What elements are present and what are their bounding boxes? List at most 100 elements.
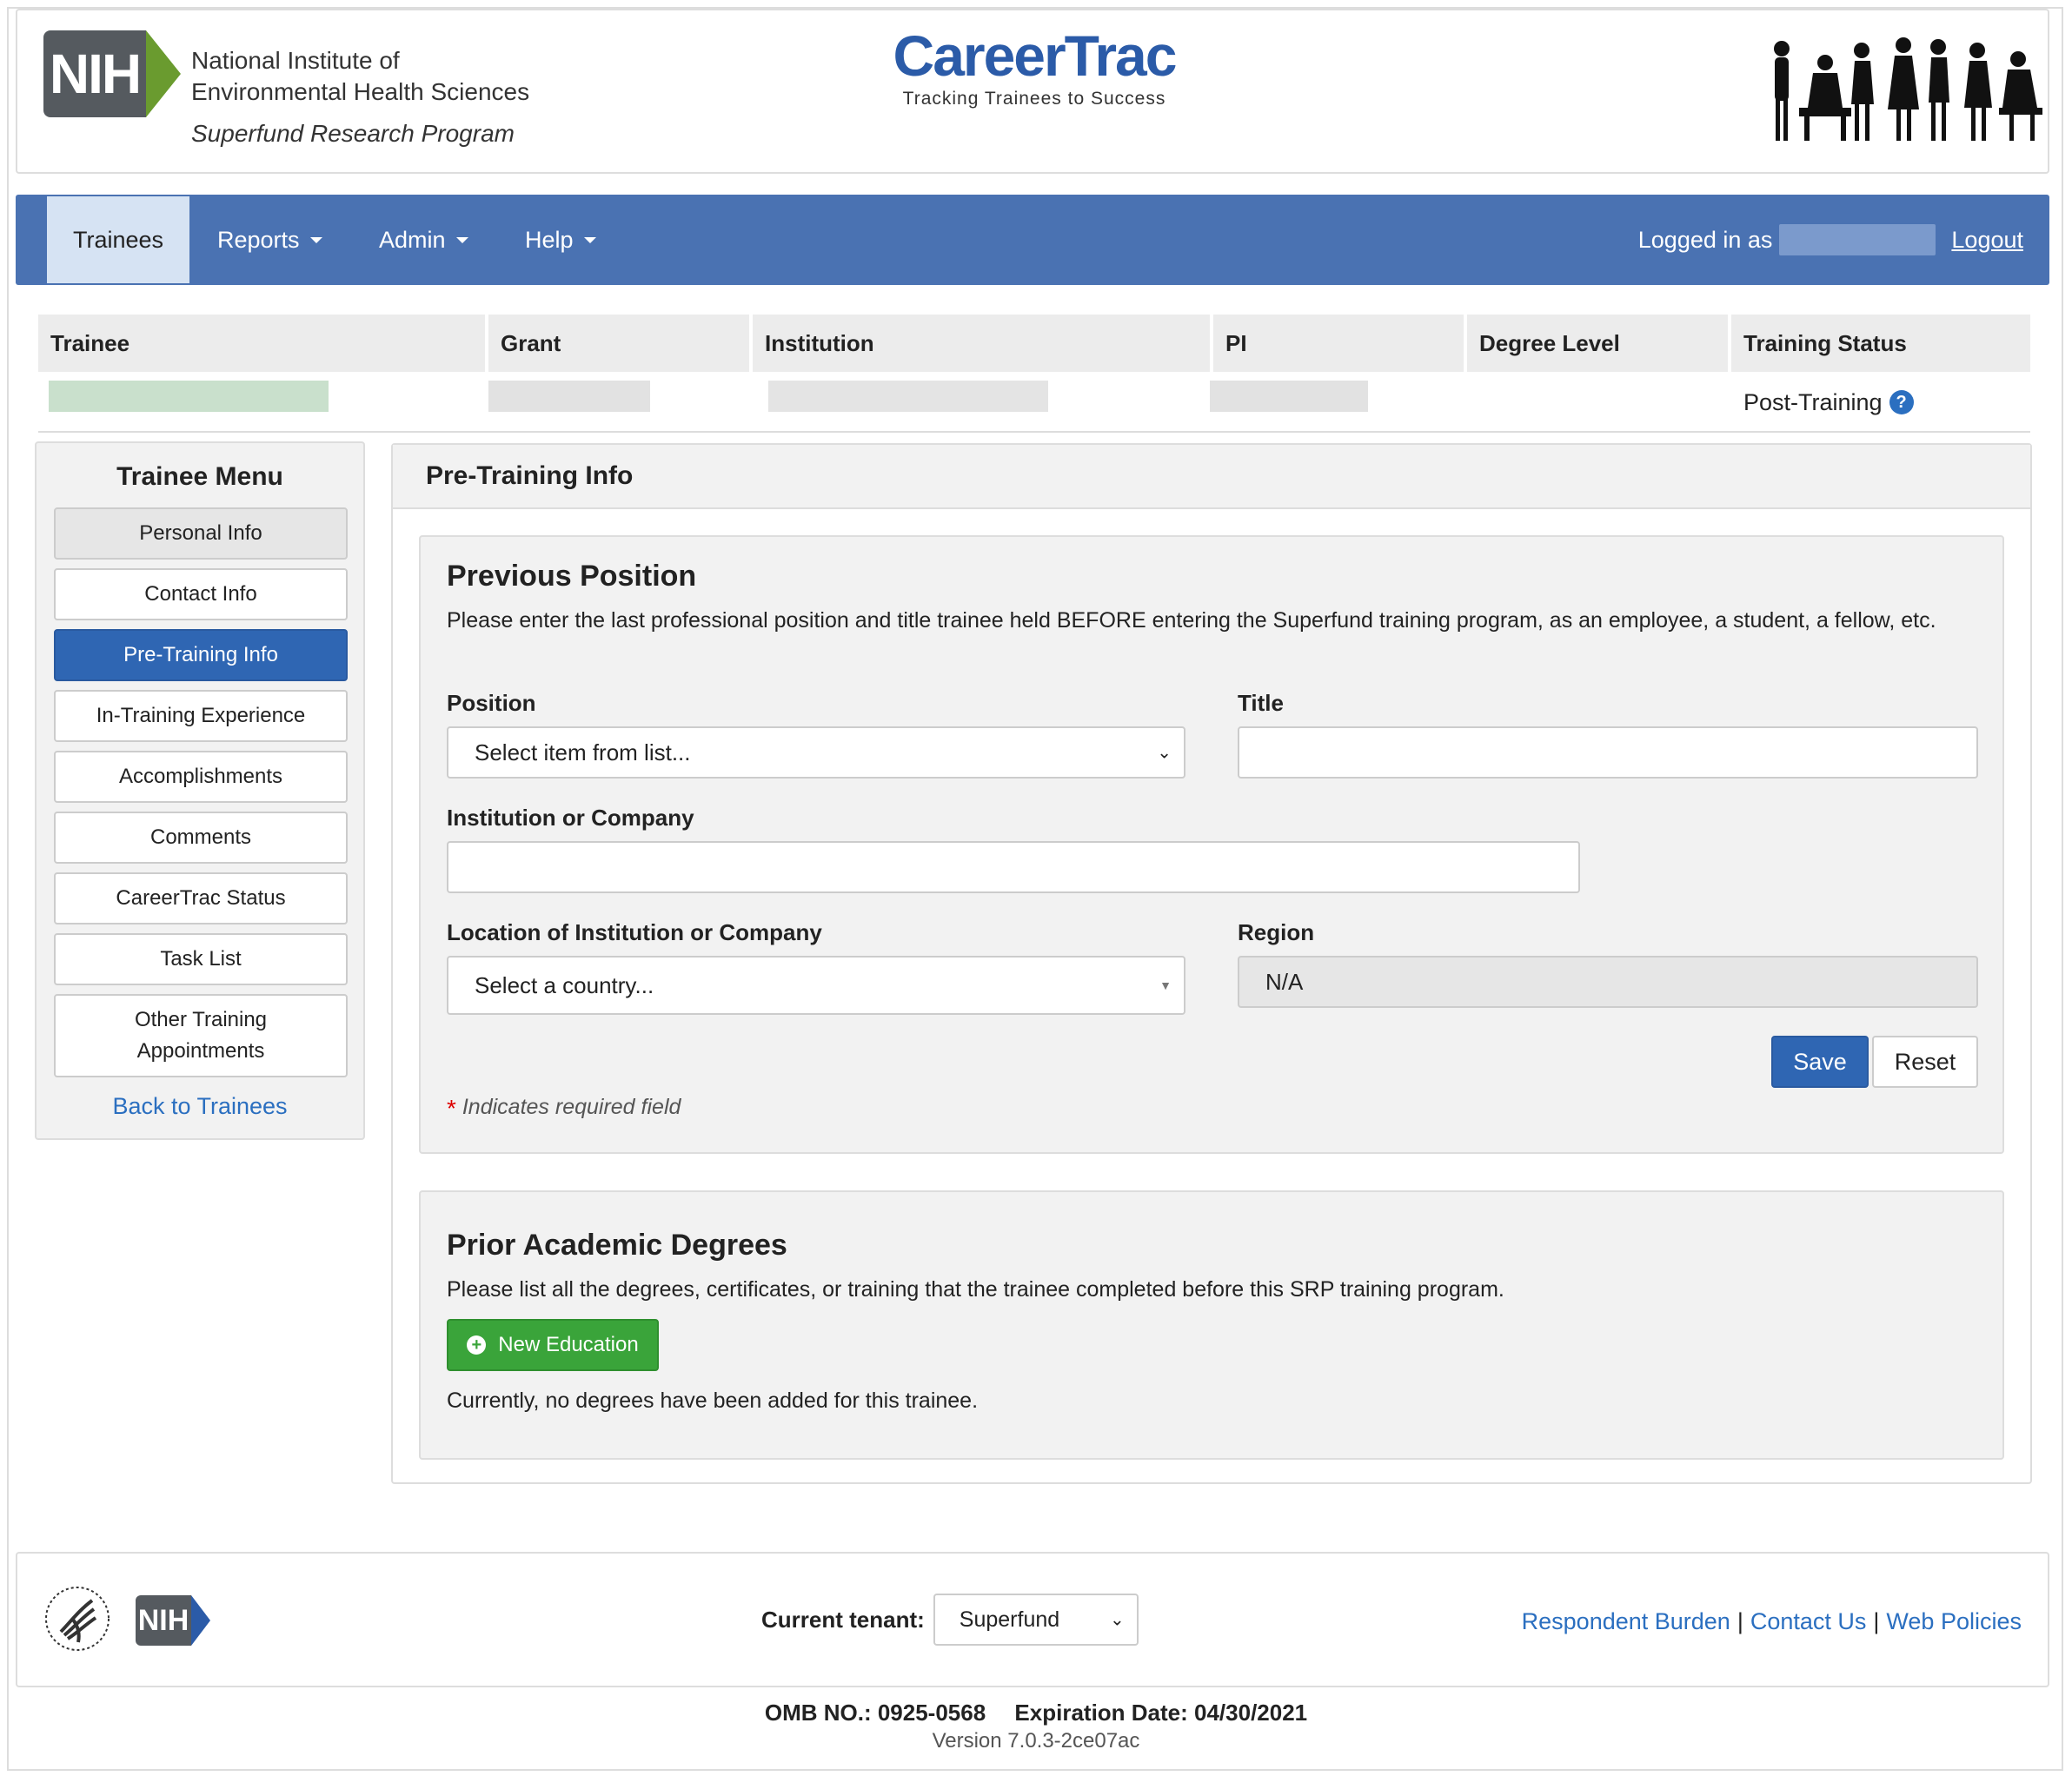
previous-position-title: Previous Position bbox=[447, 560, 697, 593]
institution-label: Institution or Company bbox=[447, 805, 694, 831]
reset-button[interactable]: Reset bbox=[1872, 1036, 1978, 1088]
nih-logo-text: NIH bbox=[43, 30, 146, 117]
menu-task-list[interactable]: Task List bbox=[54, 933, 348, 985]
nih-footer-logo: NIH bbox=[136, 1595, 210, 1646]
nav-admin[interactable]: Admin bbox=[379, 195, 468, 285]
new-education-label: New Education bbox=[498, 1333, 639, 1356]
col-header-training-status: Training Status bbox=[1731, 315, 2030, 372]
menu-accomplishments[interactable]: Accomplishments bbox=[54, 751, 348, 803]
menu-contact-info[interactable]: Contact Info bbox=[54, 568, 348, 620]
redacted-grant bbox=[488, 381, 650, 412]
trainee-summary-table: Trainee Grant Institution PI Degree Leve… bbox=[38, 315, 2030, 433]
redacted-pi bbox=[1210, 381, 1368, 412]
required-note-text: Indicates required field bbox=[462, 1095, 681, 1119]
col-header-pi: PI bbox=[1213, 315, 1467, 372]
region-label: Region bbox=[1238, 919, 1315, 945]
save-button[interactable]: Save bbox=[1771, 1036, 1869, 1088]
prior-degrees-title: Prior Academic Degrees bbox=[447, 1229, 787, 1262]
pre-training-info-panel: Pre-Training Info Previous Position Plea… bbox=[391, 443, 2032, 1484]
col-header-institution: Institution bbox=[753, 315, 1213, 372]
col-header-grant: Grant bbox=[488, 315, 753, 372]
chevron-down-icon: ⌄ bbox=[1157, 743, 1172, 763]
nih-logo: NIH bbox=[43, 30, 181, 117]
redacted-username bbox=[1779, 224, 1936, 255]
web-policies-link[interactable]: Web Policies bbox=[1886, 1608, 2022, 1635]
no-degrees-message: Currently, no degrees have been added fo… bbox=[447, 1388, 979, 1413]
question-circle-icon[interactable]: ? bbox=[1889, 390, 1914, 414]
institution-input[interactable] bbox=[447, 841, 1580, 893]
respondent-burden-link[interactable]: Respondent Burden bbox=[1522, 1608, 1730, 1635]
menu-item-label: Contact Info bbox=[144, 582, 257, 606]
link-separator: | bbox=[1737, 1607, 1743, 1634]
new-education-button[interactable]: + New Education bbox=[447, 1319, 659, 1371]
nih-footer-logo-text: NIH bbox=[136, 1595, 191, 1646]
omb-number: OMB NO.: 0925-0568 bbox=[764, 1700, 986, 1726]
prior-degrees-section: Prior Academic Degrees Please list all t… bbox=[419, 1190, 2004, 1460]
menu-comments[interactable]: Comments bbox=[54, 812, 348, 864]
back-to-trainees-link[interactable]: Back to Trainees bbox=[37, 1093, 363, 1120]
plus-circle-icon: + bbox=[467, 1335, 487, 1355]
country-select[interactable]: Select a country... ▼ bbox=[447, 956, 1185, 1015]
careertrac-logo: CareerTrac Tracking Trainees to Success bbox=[891, 23, 1178, 109]
caret-down-icon bbox=[309, 236, 322, 243]
trainee-menu: Trainee Menu Personal Info Contact Info … bbox=[35, 441, 365, 1140]
caret-down-icon: ▼ bbox=[1159, 978, 1172, 992]
training-status-value: Post-Training bbox=[1743, 388, 1883, 415]
site-footer: NIH Current tenant: Superfund ⌄ Responde… bbox=[16, 1552, 2049, 1687]
previous-position-section: Previous Position Please enter the last … bbox=[419, 535, 2004, 1154]
tenant-select-value: Superfund bbox=[959, 1607, 1060, 1632]
menu-pre-training-info[interactable]: Pre-Training Info bbox=[54, 629, 348, 681]
title-input[interactable] bbox=[1238, 726, 1978, 779]
position-select-value: Select item from list... bbox=[475, 739, 691, 765]
page-title: Pre-Training Info bbox=[393, 445, 2030, 509]
version-text: Version 7.0.3-2ce07ac bbox=[932, 1729, 1140, 1753]
previous-position-description: Please enter the last professional posit… bbox=[447, 608, 1936, 633]
brand-tagline: Tracking Trainees to Success bbox=[902, 89, 1166, 109]
title-label: Title bbox=[1238, 690, 1284, 716]
menu-item-label: Accomplishments bbox=[118, 765, 283, 788]
people-silhouettes-image bbox=[1774, 37, 2042, 141]
footer-links: Respondent Burden | Contact Us | Web Pol… bbox=[1522, 1595, 2022, 1647]
redacted-institution bbox=[768, 381, 1048, 412]
menu-item-label: Other Training Appointments bbox=[134, 1008, 268, 1063]
logout-link[interactable]: Logout bbox=[1951, 227, 2023, 254]
tenant-select[interactable]: Superfund ⌄ bbox=[933, 1594, 1139, 1646]
trainee-menu-title: Trainee Menu bbox=[116, 462, 283, 491]
nav-help[interactable]: Help bbox=[525, 195, 596, 285]
menu-item-label: Comments bbox=[149, 825, 252, 849]
omb-info: OMB NO.: 0925-0568 Expiration Date: 04/3… bbox=[0, 1700, 2072, 1726]
user-status: Logged in as Logout bbox=[1638, 195, 2023, 285]
org-name: National Institute of Environmental Heal… bbox=[191, 45, 529, 149]
nav-admin-label: Admin bbox=[379, 226, 446, 253]
menu-personal-info[interactable]: Personal Info bbox=[54, 507, 348, 560]
position-select[interactable]: Select item from list... ⌄ bbox=[447, 726, 1185, 779]
location-label: Location of Institution or Company bbox=[447, 919, 822, 945]
region-input: N/A bbox=[1238, 956, 1978, 1008]
tenant-label: Current tenant: bbox=[761, 1606, 925, 1633]
menu-in-training-experience[interactable]: In-Training Experience bbox=[54, 690, 348, 742]
menu-other-training-appointments[interactable]: Other Training Appointments bbox=[54, 994, 348, 1077]
menu-careertrac-status[interactable]: CareerTrac Status bbox=[54, 872, 348, 924]
redacted-trainee-name bbox=[49, 381, 329, 412]
contact-us-link[interactable]: Contact Us bbox=[1750, 1608, 1867, 1635]
col-header-degree-level: Degree Level bbox=[1467, 315, 1731, 372]
nav-trainees[interactable]: Trainees bbox=[47, 196, 190, 283]
required-field-note: * Indicates required field bbox=[447, 1095, 681, 1123]
region-input-value: N/A bbox=[1265, 968, 1304, 995]
menu-item-label: Personal Info bbox=[139, 521, 262, 545]
chevron-down-icon: ⌄ bbox=[1110, 1610, 1125, 1630]
menu-item-label: Task List bbox=[160, 947, 242, 971]
nav-trainees-label: Trainees bbox=[73, 226, 164, 253]
col-header-trainee: Trainee bbox=[38, 315, 488, 372]
training-status-cell: Post-Training ? bbox=[1743, 372, 1914, 433]
logged-in-label: Logged in as bbox=[1637, 226, 1773, 253]
table-row: Post-Training ? bbox=[38, 372, 2030, 433]
nih-footer-chevron bbox=[191, 1595, 210, 1646]
position-label: Position bbox=[447, 690, 536, 716]
expiration-date: Expiration Date: 04/30/2021 bbox=[1014, 1700, 1308, 1726]
nav-reports-label: Reports bbox=[217, 226, 300, 253]
table-header-row: Trainee Grant Institution PI Degree Leve… bbox=[38, 315, 2030, 372]
nav-reports[interactable]: Reports bbox=[217, 195, 322, 285]
link-separator: | bbox=[1873, 1607, 1880, 1634]
program-name: Superfund Research Program bbox=[191, 120, 515, 147]
